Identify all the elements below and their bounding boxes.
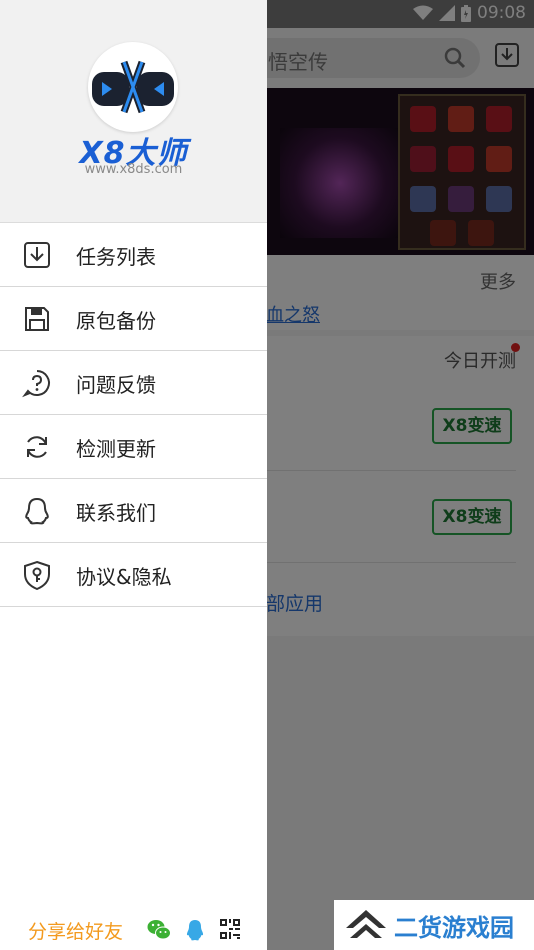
- refresh-icon: [27, 436, 47, 458]
- menu-item-feedback[interactable]: 问题反馈: [0, 351, 267, 415]
- menu-item-privacy[interactable]: 协议&隐私: [0, 543, 267, 607]
- shield-lock-icon: [24, 560, 50, 590]
- download-icon: [24, 242, 50, 268]
- app-logo: [88, 42, 178, 132]
- brand-url: www.x8ds.com: [84, 162, 183, 177]
- drawer-header: X8大师 www.x8ds.com: [0, 0, 267, 223]
- site-watermark: 二货游戏园: [334, 900, 534, 950]
- menu-label: 检测更新: [76, 437, 156, 461]
- share-to-friends-label: 分享给好友: [28, 921, 124, 943]
- x8-logo-icon: [92, 60, 174, 114]
- menu-item-contact-us[interactable]: 联系我们: [0, 479, 267, 543]
- menu-label: 问题反馈: [76, 373, 156, 397]
- menu-label: 任务列表: [76, 245, 156, 269]
- drawer-menu: 任务列表 原包备份 问题反馈 检测更新 联系我们 协议&隐私: [0, 223, 267, 607]
- qq-share-icon[interactable]: [186, 919, 204, 941]
- menu-label: 联系我们: [76, 501, 156, 525]
- question-icon: [22, 370, 50, 398]
- menu-item-backup[interactable]: 原包备份: [0, 287, 267, 351]
- watermark-logo-icon: [346, 910, 386, 938]
- menu-item-check-update[interactable]: 检测更新: [0, 415, 267, 479]
- qrcode-icon[interactable]: [220, 919, 240, 939]
- save-icon: [25, 307, 49, 331]
- watermark-text: 二货游戏园: [394, 914, 514, 942]
- menu-item-task-list[interactable]: 任务列表: [0, 223, 267, 287]
- qq-icon: [25, 497, 49, 525]
- navigation-drawer: X8大师 www.x8ds.com 任务列表 原包备份 问题反馈 检测更新 联系…: [0, 0, 267, 950]
- wechat-icon[interactable]: [147, 919, 171, 941]
- menu-label: 原包备份: [76, 309, 156, 333]
- menu-label: 协议&隐私: [76, 565, 172, 589]
